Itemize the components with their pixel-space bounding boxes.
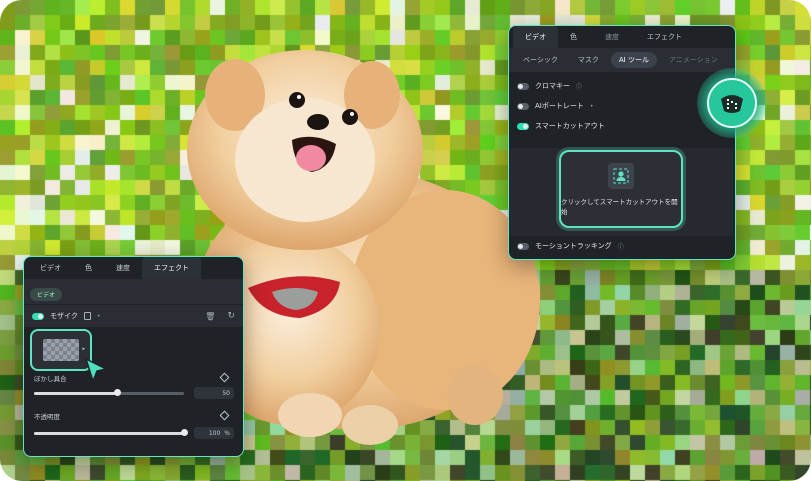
opacity-label: 不透明度 bbox=[34, 413, 60, 421]
tab-color[interactable]: 色 bbox=[558, 26, 589, 48]
tab-speed[interactable]: 速度 bbox=[589, 26, 635, 48]
cursor-icon bbox=[84, 357, 108, 383]
chroma-key-label: クロマキー bbox=[535, 82, 570, 90]
trash-icon[interactable]: 🗑 bbox=[205, 312, 215, 321]
left-main-tabs: ビデオ 色 速度 エフェクト bbox=[24, 257, 243, 279]
chroma-key-toggle[interactable] bbox=[517, 82, 529, 90]
ai-portrait-toggle[interactable] bbox=[517, 102, 529, 110]
crown-icon: • bbox=[96, 312, 101, 320]
hero-scene: ビデオ 色 速度 エフェクト ベーシック マスク AI ツール アニメーション … bbox=[0, 0, 811, 481]
tab-video[interactable]: ビデオ bbox=[28, 257, 73, 279]
subtab-basic[interactable]: ベーシック bbox=[515, 52, 566, 68]
opacity-value: 100 bbox=[208, 429, 221, 437]
crown-icon: • bbox=[589, 102, 594, 110]
diamond-keyframe-icon[interactable] bbox=[219, 372, 230, 383]
motion-tracking-toggle[interactable] bbox=[517, 242, 529, 250]
motion-tracking-row: モーショントラッキング ⓘ bbox=[509, 236, 632, 256]
help-icon[interactable]: ⓘ bbox=[576, 82, 582, 91]
start-smart-cutout-button[interactable]: クリックしてスマートカットアウトを開始 bbox=[559, 150, 683, 228]
copy-icon[interactable] bbox=[83, 312, 91, 320]
person-icon bbox=[608, 162, 634, 189]
tab-color[interactable]: 色 bbox=[73, 257, 104, 279]
mosaic-effect-panel: ビデオ 色 速度 エフェクト ビデオ モザイク • 🗑 ↻ ▸ ぼかし具合 50… bbox=[23, 256, 244, 457]
opacity-slider[interactable] bbox=[34, 429, 188, 436]
subtab-animation[interactable]: アニメーション bbox=[661, 52, 726, 68]
left-chip-bar: ビデオ bbox=[24, 279, 243, 304]
diamond-keyframe-icon[interactable] bbox=[219, 410, 230, 421]
video-chip[interactable]: ビデオ bbox=[30, 288, 63, 301]
opacity-value-field[interactable]: 100 % bbox=[194, 427, 234, 439]
mosaic-preset-thumbnail[interactable]: ▸ bbox=[30, 329, 92, 371]
right-main-tabs: ビデオ 色 速度 エフェクト bbox=[509, 26, 735, 48]
tab-video[interactable]: ビデオ bbox=[513, 26, 558, 48]
blur-value-field[interactable]: 50 bbox=[194, 387, 234, 399]
subtab-ai-tools[interactable]: AI ツール bbox=[610, 52, 657, 68]
blur-label: ぼかし具合 bbox=[34, 375, 67, 383]
app-logo-icon bbox=[697, 68, 767, 138]
smart-cutout-label: スマートカットアウト bbox=[535, 122, 605, 130]
tab-effect[interactable]: エフェクト bbox=[635, 26, 694, 48]
subtab-mask[interactable]: マスク bbox=[570, 52, 607, 68]
mosaic-toggle[interactable] bbox=[32, 312, 44, 320]
tab-effect[interactable]: エフェクト bbox=[142, 257, 201, 279]
help-icon[interactable]: ⓘ bbox=[618, 242, 624, 251]
smart-cutout-toggle[interactable] bbox=[517, 122, 529, 130]
mosaic-label: モザイク bbox=[50, 312, 78, 320]
ai-tools-panel: ビデオ 色 速度 エフェクト ベーシック マスク AI ツール アニメーション … bbox=[508, 25, 736, 260]
blur-value: 50 bbox=[222, 389, 230, 397]
motion-tracking-label: モーショントラッキング bbox=[535, 242, 612, 250]
ai-portrait-label: AIポートレート bbox=[535, 102, 584, 110]
reset-icon[interactable]: ↻ bbox=[227, 311, 235, 321]
cutout-button-label: クリックしてスマートカットアウトを開始 bbox=[561, 197, 678, 216]
tab-speed[interactable]: 速度 bbox=[104, 257, 142, 279]
blur-slider[interactable] bbox=[34, 389, 184, 396]
right-sub-tabs: ベーシック マスク AI ツール アニメーション bbox=[509, 48, 735, 72]
opacity-unit: % bbox=[224, 429, 230, 437]
mosaic-row: モザイク • 🗑 ↻ bbox=[24, 305, 243, 327]
